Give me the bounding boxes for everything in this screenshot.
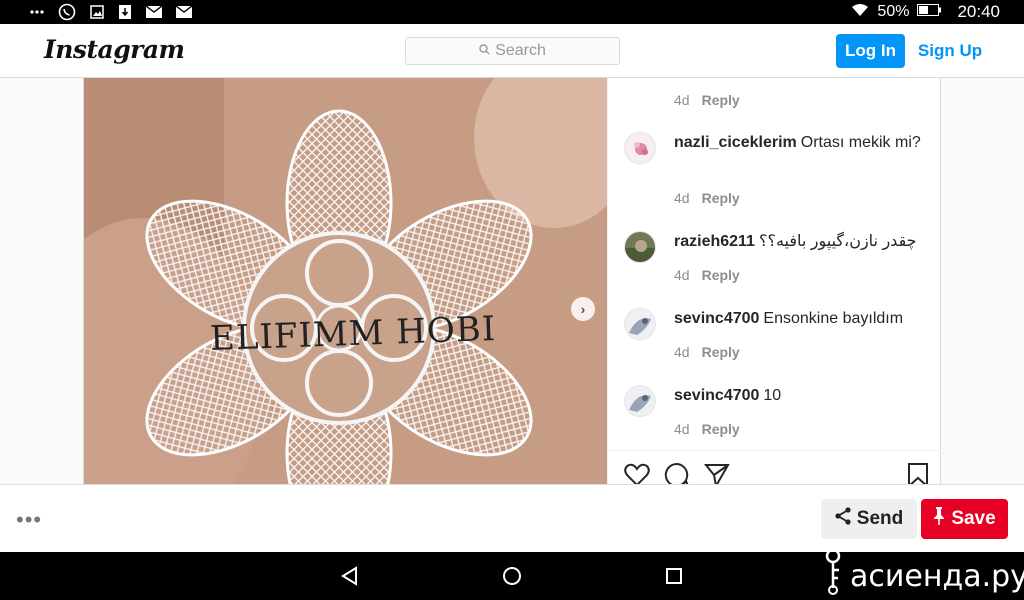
avatar[interactable]: [624, 231, 656, 263]
comment-username[interactable]: sevinc4700: [674, 387, 759, 404]
home-icon[interactable]: [500, 564, 524, 588]
more-dots-icon: [30, 10, 44, 14]
comment-body: 10: [763, 387, 782, 404]
send-button[interactable]: Send: [821, 499, 917, 539]
comment-text: sevinc4700 Ensonkine bayıldım: [674, 308, 929, 330]
comment-meta: 4d Reply: [674, 190, 740, 206]
mail-icon: [176, 6, 192, 18]
lace-doily-image: [84, 78, 607, 484]
post-photo[interactable]: ELIFIMM HOBI ›: [84, 78, 607, 484]
gallery-icon: [90, 5, 104, 19]
mail-icon: [146, 6, 162, 18]
comment-age: 4d: [674, 267, 690, 283]
viber-icon: [58, 3, 76, 21]
comment-age: 4d: [674, 92, 690, 108]
search-icon: [479, 42, 490, 60]
reply-link[interactable]: Reply: [702, 421, 740, 437]
watermark-text: асиенда.ру: [850, 558, 1024, 594]
key-icon: [822, 548, 844, 600]
comments-panel[interactable]: 4d Reply nazli_ciceklerim Ortası mekik mi?…: [607, 78, 941, 450]
back-icon[interactable]: [338, 564, 362, 588]
more-options-button[interactable]: •••: [16, 507, 42, 533]
comment-username[interactable]: nazli_ciceklerim: [674, 134, 797, 151]
download-icon: [118, 4, 132, 20]
post-actions: [607, 450, 941, 489]
screen: 50% 20:40 Instagram Search Log In Sign U…: [0, 0, 1024, 600]
reply-link[interactable]: Reply: [702, 92, 740, 108]
comment-username[interactable]: razieh6211: [674, 233, 755, 250]
status-bar: 50% 20:40: [0, 0, 1024, 24]
battery-icon: [917, 3, 942, 21]
avatar[interactable]: [624, 308, 656, 340]
pin-icon: [933, 506, 945, 532]
notification-icons: [30, 3, 192, 21]
save-label: Save: [951, 508, 996, 529]
reply-link[interactable]: Reply: [702, 190, 740, 206]
recents-icon[interactable]: [662, 564, 686, 588]
comment-text: razieh6211 چقدر نازن،گیپور بافیه؟؟: [674, 231, 929, 253]
send-label: Send: [856, 508, 904, 529]
comment-body: چقدر نازن،گیپور بافیه؟؟: [758, 233, 917, 250]
search-input[interactable]: Search: [405, 37, 620, 65]
bottom-action-bar: ••• Send Save: [0, 484, 1024, 552]
system-indicators: 50% 20:40: [851, 2, 1000, 22]
comment-body: Ortası mekik mi?: [800, 134, 921, 151]
comment-age: 4d: [674, 421, 690, 437]
avatar[interactable]: [624, 385, 656, 417]
wifi-icon: [851, 3, 869, 22]
instagram-header: Instagram Search Log In Sign Up: [0, 24, 1024, 78]
share-icon: [835, 507, 851, 531]
comment-meta: 4d Reply: [674, 92, 740, 108]
comment-body: Ensonkine bayıldım: [763, 310, 904, 327]
search-placeholder: Search: [495, 42, 546, 59]
chevron-right-icon: ›: [580, 301, 586, 317]
reply-link[interactable]: Reply: [702, 344, 740, 360]
comment-text: nazli_ciceklerim Ortası mekik mi?: [674, 132, 929, 154]
next-photo-button[interactable]: ›: [571, 297, 595, 321]
site-watermark: асиенда.ру: [822, 548, 1024, 600]
signup-button[interactable]: Sign Up: [914, 34, 986, 68]
comment-text: sevinc4700 10: [674, 385, 929, 407]
comment-meta: 4d Reply: [674, 267, 740, 283]
reply-link[interactable]: Reply: [702, 267, 740, 283]
instagram-logo[interactable]: Instagram: [44, 35, 185, 64]
clock: 20:40: [957, 2, 1000, 21]
save-button[interactable]: Save: [921, 499, 1008, 539]
comment-age: 4d: [674, 190, 690, 206]
post-container: ELIFIMM HOBI › 4d Reply nazli_ciceklerim O…: [83, 78, 941, 489]
comment-meta: 4d Reply: [674, 421, 740, 437]
login-button[interactable]: Log In: [836, 34, 905, 68]
battery-percentage: 50%: [877, 3, 910, 20]
comment-age: 4d: [674, 344, 690, 360]
comment-username[interactable]: sevinc4700: [674, 310, 759, 327]
avatar[interactable]: [624, 132, 656, 164]
comment-meta: 4d Reply: [674, 344, 740, 360]
